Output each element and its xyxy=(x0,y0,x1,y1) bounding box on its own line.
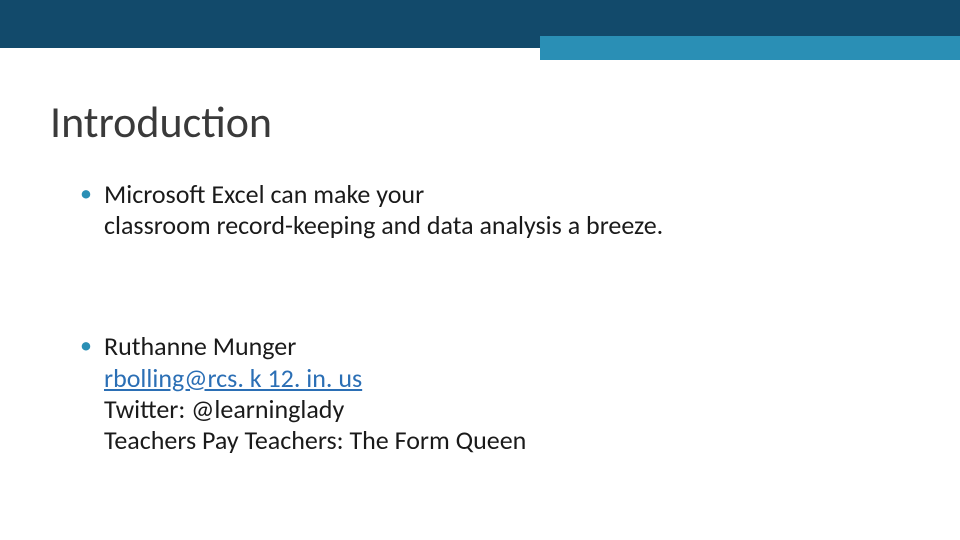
slide-content: Introduction Microsoft Excel can make yo… xyxy=(50,95,910,456)
email-link[interactable]: rbolling@rcs. k 12. in. us xyxy=(104,362,362,394)
bullet-list: Microsoft Excel can make your classroom … xyxy=(80,179,910,456)
presenter-tpt: Teachers Pay Teachers: The Form Queen xyxy=(104,425,910,456)
slide-title: Introduction xyxy=(50,95,910,149)
bullet-text: classroom record-keeping and data analys… xyxy=(104,210,910,241)
presenter-email: rbolling@rcs. k 12. in. us xyxy=(104,363,910,394)
bullet-text: Microsoft Excel can make your xyxy=(104,179,910,210)
presenter-name: Ruthanne Munger xyxy=(104,331,910,362)
band-accent-top xyxy=(540,36,960,48)
bullet-item: Microsoft Excel can make your classroom … xyxy=(80,179,910,241)
presenter-twitter: Twitter: @learninglady xyxy=(104,394,910,425)
bullet-item: Ruthanne Munger rbolling@rcs. k 12. in. … xyxy=(80,331,910,456)
band-accent xyxy=(540,48,960,60)
